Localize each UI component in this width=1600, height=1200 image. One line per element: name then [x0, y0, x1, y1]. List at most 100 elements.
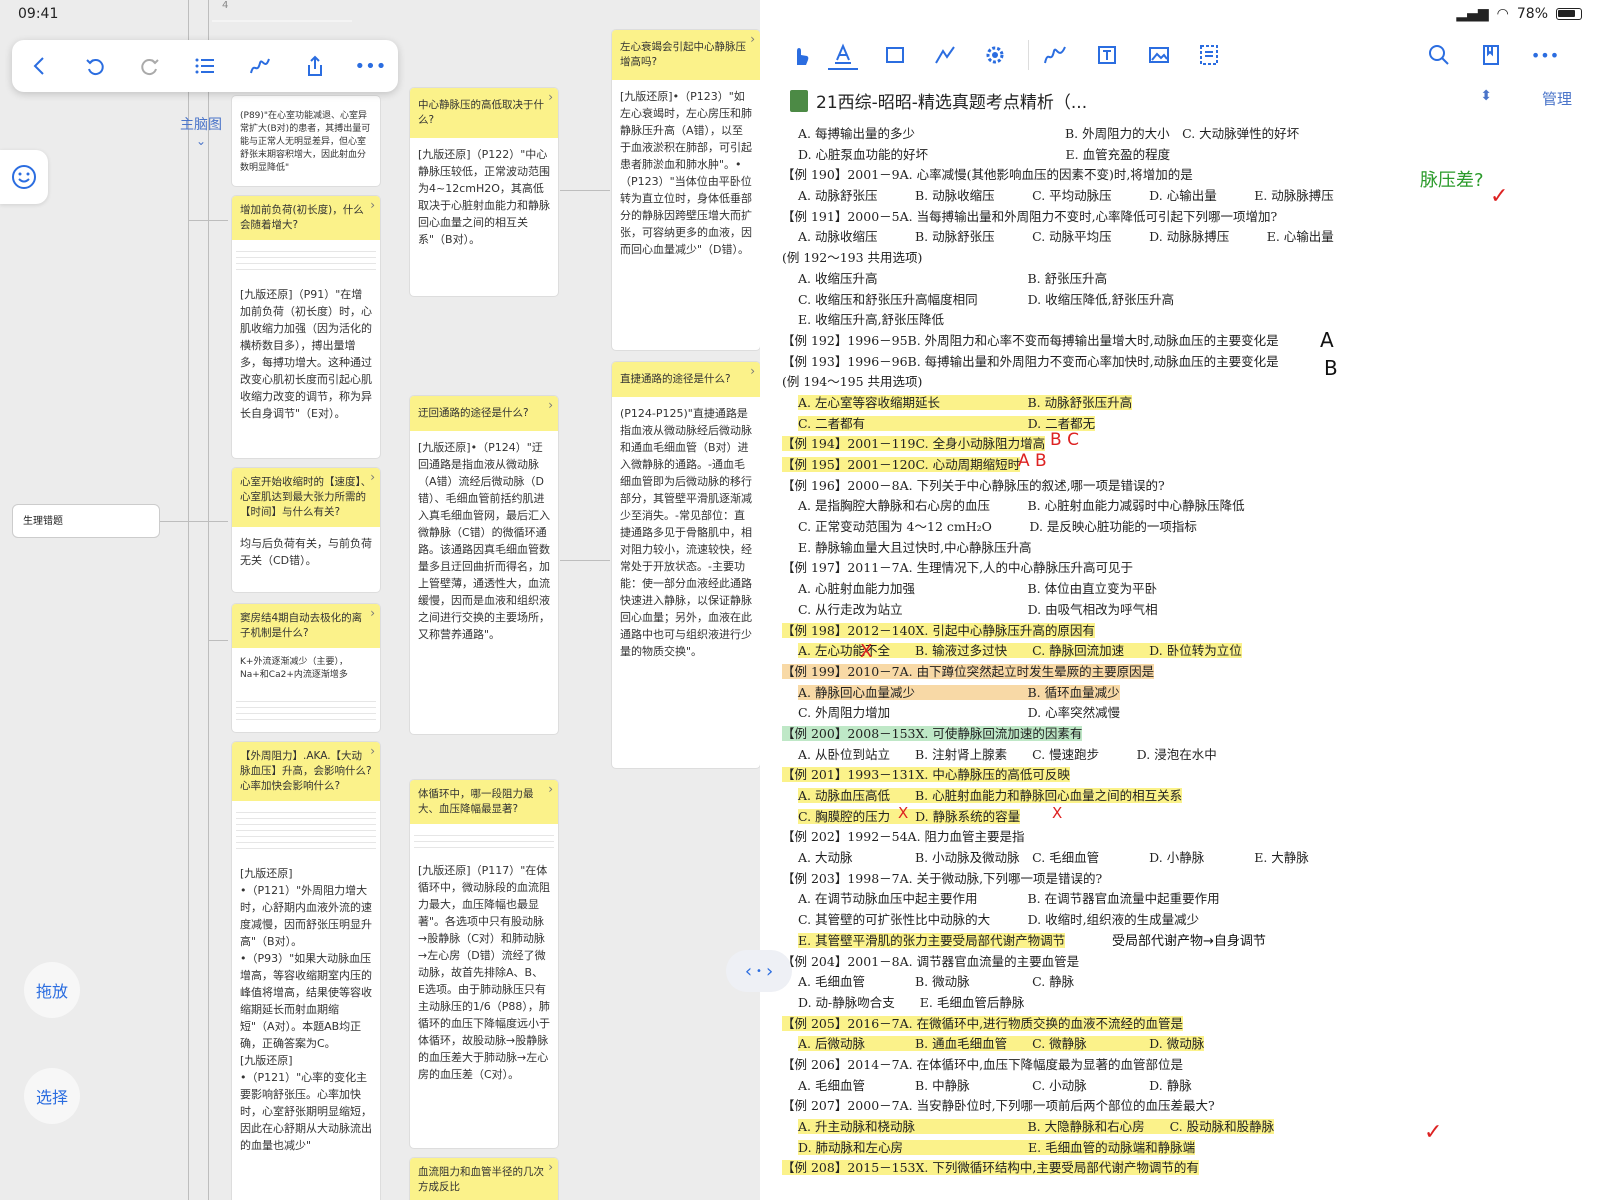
chevron-left-icon: ‹ — [744, 960, 753, 982]
note-card[interactable]: (P89)"在心室功能减退、心室异常扩大(B对)的患者，其搏出量可能与正常人无明… — [232, 96, 380, 186]
status-right: ▂▄▆ ◠ 78% — [1456, 6, 1582, 22]
note-card[interactable]: 迂回通路的途径是什么? [九版还原]•（P124）"迂回通路是指血液从微动脉（A… — [410, 396, 558, 734]
pdf-line: A. 在调节动脉血压中起主要作用 B. 在调节器官血流量中起重要作用 — [798, 891, 1220, 907]
chevron-down-icon[interactable]: ⌄ — [196, 134, 206, 148]
card-question: 心室开始收缩时的【速度】、心室肌达到最大张力所需的【时间】与什么有关? — [232, 468, 380, 527]
card-answer: 均与后负荷有关，与前负荷无关（CD错）。 — [240, 537, 372, 567]
card-answer: K+外流逐渐减少（主要），Na+和Ca2+内流逐渐增多 — [240, 657, 348, 680]
pdf-line: A. 毛细血管 B. 微动脉 C. 静脉 — [798, 974, 1075, 990]
pdf-line: 【例 191】2000－5A. 当每搏输出量和外周阻力不变时,心率降低可引起下列… — [782, 208, 1278, 224]
pdf-line: (例 194～195 共用选项) — [782, 374, 923, 390]
pdf-line: (例 192～193 共用选项) — [782, 250, 923, 266]
pdf-line: 【例 207】2000－7A. 当安静卧位时,下列哪一项前后两个部位的血压差最大… — [782, 1098, 1215, 1114]
battery-percent: 78% — [1516, 6, 1548, 22]
pdf-line: A. 静脉回心血量减少 B. 循环血量减少 — [798, 684, 1120, 700]
pdf-line: 【例 197】2011－7A. 生理情况下,人的中心静脉压升高可见于 — [782, 560, 1134, 576]
topic-node[interactable]: 生理错题 — [12, 504, 160, 538]
pdf-line: A. 每搏输出量的多少 B. 外周阻力的大小 C. 大动脉弹性的好坏 — [798, 126, 1300, 141]
shape-tool-icon[interactable] — [930, 40, 960, 70]
outline-list-icon[interactable] — [187, 48, 223, 84]
card-answer-line: •（P121）"外周阻力增大时，心舒期内血液外流的速度减慢，因而舒张压明显升高"… — [240, 884, 372, 948]
note-card[interactable]: 中心静脉压的高低取决于什么? [九版还原]（P122）"中心静脉压较低，正常波动… — [410, 88, 558, 296]
ink-annotation: A B — [1018, 451, 1047, 471]
image-icon[interactable] — [1144, 40, 1174, 70]
document-icon — [790, 89, 808, 112]
card-question: 直捷通路的途径是什么? — [612, 362, 760, 397]
pdf-line: 【例 205】2016－7A. 在微循环中,进行物质交换的血液不流经的血管是 — [782, 1015, 1184, 1031]
status-bar: 09:41 ▂▄▆ ◠ 78% — [0, 0, 1600, 28]
card-thumbnail — [236, 807, 376, 851]
note-card[interactable]: 【外周阻力】.AKA.【大动脉血压】升高，会影响什么? 心率加快会影响什么? [… — [232, 742, 380, 1200]
note-card[interactable]: 体循环中，哪一段阻力最大、血压降幅最显著? [九版还原]（P117）"在体循环中… — [410, 780, 558, 1148]
pdf-line: C. 外周阻力增加 D. 心率突然减慢 — [798, 705, 1121, 721]
status-time: 09:41 — [18, 6, 59, 22]
bookmark-icon[interactable] — [1476, 40, 1506, 70]
pdf-line: A. 升主动脉和桡动脉 B. 大隐静脉和右心房 C. 股动脉和股静脉 — [798, 1119, 1275, 1134]
mindmap-toolbar: ••• — [12, 40, 398, 92]
hand-tool-icon[interactable] — [786, 40, 816, 70]
note-card[interactable]: 增加前负荷(初长度)，什么会随着增大? [九版还原]（P91）"在增加前负荷（初… — [232, 196, 380, 458]
card-answer: [九版还原]•（P124）"迂回通路是指血液从微动脉（A错）流经后微动脉（D错）… — [418, 441, 550, 641]
check-mark-icon: ✓ — [1424, 1120, 1443, 1145]
manage-button[interactable]: 管理 — [1542, 88, 1572, 109]
pdf-line: A. 是指胸腔大静脉和右心房的血压 B. 心脏射血能力减弱时中心静脉压降低 — [798, 498, 1245, 514]
pdf-line: E. 静脉输血量大且过快时,中心静脉压升高 — [798, 539, 1032, 555]
card-answer-line: •（P93）"如果大动脉血压增高，等容收缩期室内压的峰值将增高，结果使等容收缩期… — [240, 952, 372, 1050]
select-button[interactable]: 选择 — [24, 1068, 80, 1124]
card-question: 血流阻力和血管半径的几次方成反比 — [410, 1158, 558, 1200]
pdf-line: C. 二者都有 D. 二者都无 — [798, 415, 1096, 431]
ink-annotation: X — [898, 804, 909, 822]
pdf-line: C. 其管壁的可扩张性比中动脉的大 D. 收缩时,组织液的生成量减少 — [798, 912, 1200, 928]
pdf-line: D. 心脏泵血功能的好坏 E. 血管充盈的程度 — [798, 146, 1171, 162]
pdf-line: C. 从行走改为站立 D. 由吸气相改为呼气相 — [798, 601, 1158, 617]
note-card[interactable]: 心室开始收缩时的【速度】、心室肌达到最大张力所需的【时间】与什么有关? 均与后负… — [232, 468, 380, 592]
pdf-line: E. 收缩压升高,舒张压降低 — [798, 312, 945, 328]
rectangle-select-icon[interactable] — [880, 40, 910, 70]
document-title[interactable]: 21西综-昭昭-精选真题考点精析（... — [790, 88, 1087, 113]
note-card[interactable]: 直捷通路的途径是什么? (P124-P125)"直捷通路是指血液从微动脉经后微动… — [612, 362, 760, 768]
card-answer-line: •（P121）"心率的变化主要影响舒张压。心率加快时，心室舒张期明显缩短，因此在… — [240, 1071, 372, 1152]
card-answer: [九版还原]（P117）"在体循环中，微动脉段的血流阻力最大，血压降幅也最显著"… — [418, 864, 550, 1081]
note-card[interactable]: 左心衰竭会引起中心静脉压增高吗? [九版还原]•（P123）"如左心衰竭时，左心… — [612, 30, 760, 350]
card-answer: (P124-P125)"直捷通路是指血液从微动脉经后微动脉和通血毛细血管（B对）… — [620, 407, 752, 658]
smile-icon[interactable] — [0, 150, 48, 204]
text-highlight-icon[interactable] — [828, 40, 858, 70]
note-card[interactable]: 血流阻力和血管半径的几次方成反比 — [410, 1158, 558, 1200]
sort-icon[interactable]: ⬍ — [1480, 88, 1492, 104]
pdf-line: 【例 196】2000－8A. 下列关于中心静脉压的叙述,哪一项是错误的? — [782, 477, 1165, 493]
card-answer-line: [九版还原] — [240, 1054, 293, 1067]
pen-tool-icon[interactable] — [242, 48, 278, 84]
more-icon[interactable]: ••• — [1530, 40, 1560, 70]
card-answer: [九版还原]•（P123）"如左心衰竭时，左心房压和肺静脉压升高（A错），以至于… — [620, 90, 752, 256]
textbox-icon[interactable] — [1092, 40, 1122, 70]
pdf-line: A. 左心室等容收缩期延长 B. 动脉舒张压升高 — [798, 394, 1133, 410]
battery-icon — [1556, 8, 1582, 20]
share-icon[interactable] — [297, 48, 333, 84]
pen-icon[interactable] — [1040, 40, 1070, 70]
split-view-toggle[interactable]: ‹ • › — [726, 950, 792, 992]
drag-button[interactable]: 拖放 — [24, 962, 80, 1018]
note-card[interactable]: 窦房结4期自动去极化的离子机制是什么? K+外流逐渐减少（主要），Na+和Ca2… — [232, 604, 380, 732]
undo-icon[interactable] — [77, 48, 113, 84]
scan-icon[interactable] — [1194, 40, 1224, 70]
card-answer-line: [九版还原] — [240, 867, 293, 880]
pdf-line: A. 从卧位到站立 B. 注射肾上腺素 C. 慢速跑步 D. 浸泡在水中 — [798, 746, 1217, 762]
search-icon[interactable] — [1424, 40, 1454, 70]
pdf-line: C. 正常变动范围为 4～12 cmH₂O D. 是反映心脏功能的一项指标 — [798, 519, 1197, 535]
settings-icon[interactable] — [980, 40, 1010, 70]
more-icon[interactable]: ••• — [352, 48, 388, 84]
card-question: 左心衰竭会引起中心静脉压增高吗? — [612, 30, 760, 80]
card-thumbnail — [236, 696, 376, 722]
mindmap-label[interactable]: 主脑图 — [180, 114, 222, 134]
card-question: 中心静脉压的高低取决于什么? — [410, 88, 558, 138]
card-answer: [九版还原]（P91）"在增加前负荷（初长度）时，心肌收缩力加强（因为活化的横桥… — [240, 288, 372, 420]
pdf-viewer[interactable]: ••• 21西综-昭昭-精选真题考点精析（... ⬍ 管理 A. 每搏输出量的多… — [760, 0, 1600, 1200]
pdf-line: 【例 208】2015－153X. 下列微循环结构中,主要受局部代谢产物调节的有 — [782, 1160, 1199, 1176]
pdf-line: 【例 193】1996－96B. 每搏输出量和外周阻力不变而心率加快时,动脉血压… — [782, 353, 1279, 369]
card-answer: [九版还原] •（P121）"外周阻力增大时，心舒期内血液外流的速度减慢，因而舒… — [232, 857, 380, 1162]
back-icon[interactable] — [22, 48, 58, 84]
redo-icon[interactable] — [132, 48, 168, 84]
pdf-line: A. 大动脉 B. 小动脉及微动脉 C. 毛细血管 D. 小静脉 E. 大静脉 — [798, 850, 1309, 866]
mindmap-canvas[interactable]: 4 ••• 主脑图 ⌄ 生理错题 拖放 选择 (P89)"在心室功能减退、心室异… — [0, 0, 760, 1200]
card-thumbnail — [236, 246, 376, 272]
